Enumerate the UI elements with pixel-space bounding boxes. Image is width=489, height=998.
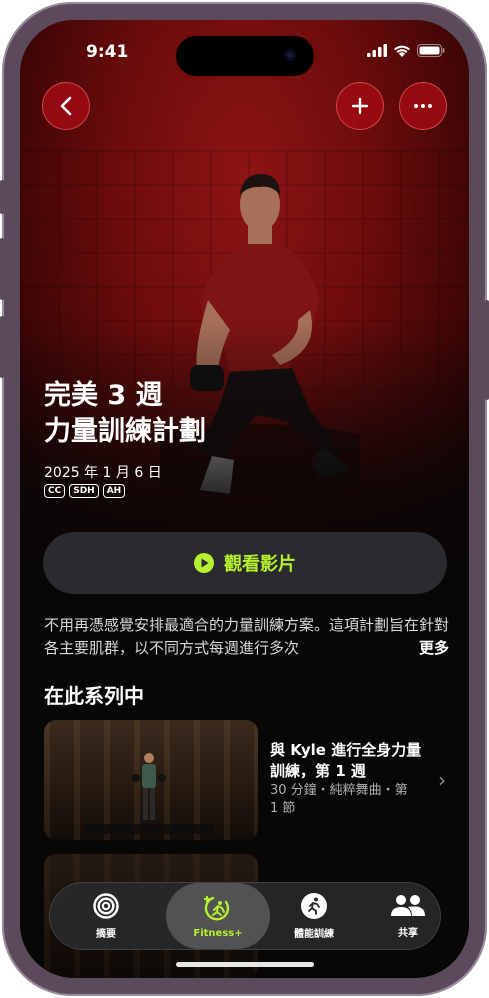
play-circle-icon: [194, 553, 214, 573]
episode-meta: 30 分鐘・純粹舞曲・第 1 節: [270, 783, 408, 816]
tab-fitness-plus[interactable]: Fitness+: [166, 883, 270, 949]
tab-workouts-label: 體能訓練: [294, 928, 334, 940]
tab-summary[interactable]: 摘要: [58, 883, 154, 949]
episode-title[interactable]: 與 Kyle 進行全身力量訓練，第 1 週: [270, 740, 430, 782]
screen: 9:41 完美 3 週 力量訓練計劃 2025 年 1 月 6 日 CC SDH…: [20, 20, 469, 978]
dynamic-island: [176, 36, 314, 76]
running-figure-icon: [301, 892, 327, 919]
volume-up-button: [0, 238, 4, 300]
tab-workouts[interactable]: 體能訓練: [266, 883, 362, 949]
tab-bar: 摘要 Fitness+ 體能訓練 共享: [49, 882, 441, 950]
power-button: [485, 300, 489, 400]
rings-icon: [93, 892, 119, 919]
episode-thumbnail[interactable]: [44, 720, 258, 840]
program-date: 2025 年 1 月 6 日: [44, 465, 162, 481]
badge-cc: CC: [44, 484, 66, 498]
chevron-right-icon[interactable]: ›: [438, 768, 446, 792]
status-time: 9:41: [86, 42, 129, 62]
watch-video-label: 觀看影片: [224, 554, 296, 575]
tab-sharing-label: 共享: [398, 927, 418, 939]
badge-sdh: SDH: [69, 484, 99, 498]
tab-summary-label: 摘要: [96, 928, 116, 940]
add-button[interactable]: [336, 82, 384, 130]
status-icons: [367, 44, 445, 57]
program-title-line2: 力量訓練計劃: [44, 416, 206, 447]
status-bar: 9:41: [20, 36, 469, 76]
tab-sharing[interactable]: 共享: [360, 883, 456, 949]
watch-video-button[interactable]: 觀看影片: [43, 532, 447, 594]
program-title: 完美 3 週 力量訓練計劃: [44, 378, 344, 450]
wifi-icon: [394, 45, 410, 57]
home-indicator: [176, 962, 314, 967]
chevron-left-icon: [60, 96, 72, 116]
front-camera: [284, 49, 296, 61]
series-section-title: 在此系列中: [44, 684, 144, 708]
fitness-plus-icon: [204, 895, 230, 920]
cellular-signal-icon: [367, 44, 387, 57]
ellipsis-icon: [414, 104, 432, 108]
more-link[interactable]: 更多: [384, 637, 449, 658]
people-icon: [391, 894, 425, 916]
more-options-button[interactable]: [399, 82, 447, 130]
action-button: [0, 180, 4, 214]
accessibility-badges: CC SDH AH: [44, 484, 126, 498]
plus-icon: [352, 98, 368, 114]
back-button[interactable]: [42, 82, 90, 130]
thumbnail-trainer-figure: [84, 753, 214, 834]
badge-ah: AH: [102, 484, 126, 498]
program-title-line1: 完美 3 週: [44, 380, 163, 411]
tab-fitness-plus-label: Fitness+: [193, 927, 243, 939]
volume-down-button: [0, 316, 4, 378]
battery-icon: [417, 44, 445, 57]
